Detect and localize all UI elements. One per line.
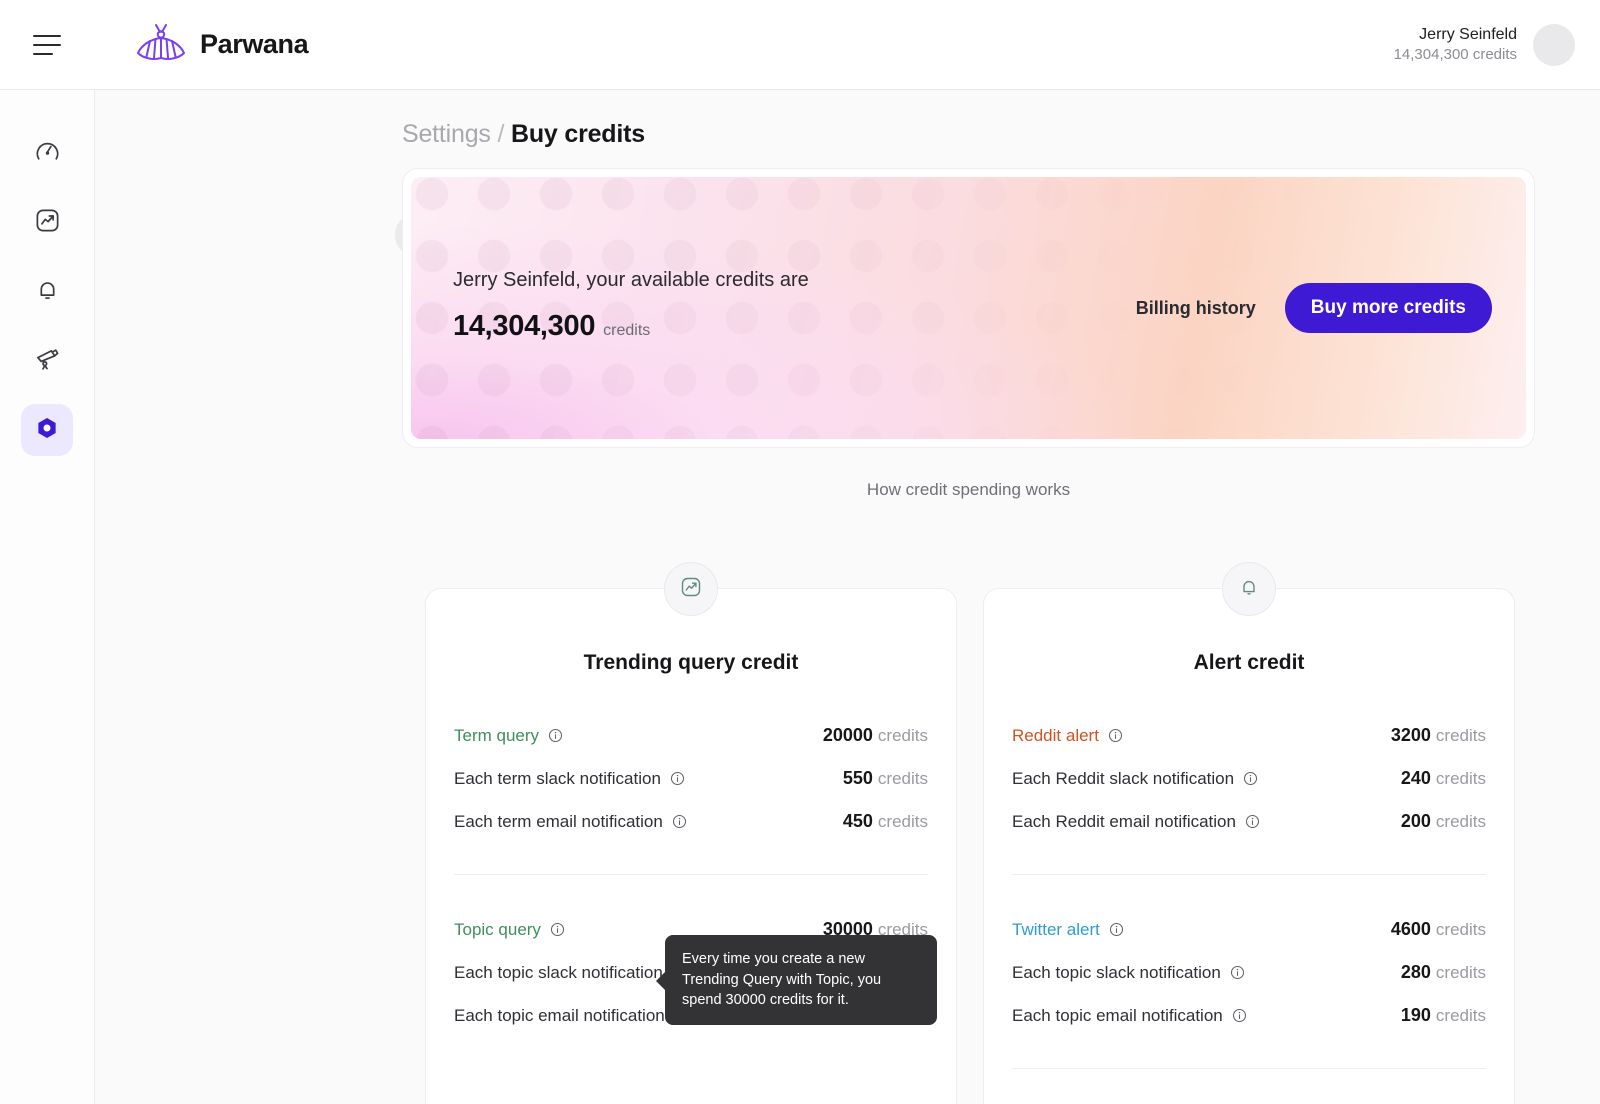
row-label: Reddit alert [1012, 725, 1099, 745]
alert-credit-card: Alert credit Reddit alert 3200 credits Ea… [983, 562, 1515, 1104]
breadcrumb-current: Buy credits [510, 120, 645, 148]
row-value: 550 [842, 768, 873, 788]
credits-banner: Jerry Seinfeld, your available credits a… [402, 168, 1535, 448]
row-value: 450 [842, 811, 873, 831]
rail-item-discover[interactable] [21, 335, 73, 387]
row-value: 280 [1400, 962, 1431, 982]
info-icon[interactable] [1109, 922, 1124, 937]
rail-item-alerts[interactable] [21, 266, 73, 318]
brand-name: Parwana [200, 29, 309, 59]
table-row: Each Reddit slack notification 240 credit… [1012, 758, 1486, 801]
bell-icon [1237, 575, 1261, 604]
avatar[interactable] [1533, 23, 1575, 66]
table-row: Each topic email notification 190 credits [1012, 995, 1486, 1038]
row-value: 200 [1400, 811, 1431, 831]
row-label: Term query [454, 725, 540, 745]
moth-logo-icon [134, 20, 188, 69]
row-label: Each Reddit slack notification [1012, 768, 1235, 788]
buy-more-credits-button[interactable]: Buy more credits [1284, 283, 1492, 333]
user-credits: 14,304,300 credits [1393, 46, 1517, 64]
row-value: 3200 [1390, 725, 1431, 745]
banner-amount-unit: credits [603, 322, 651, 339]
credit-cards: Trending query credit Term query 20000 cr… [425, 562, 1515, 1104]
row-unit: credits [877, 769, 928, 788]
table-row: Term query 20000 credits [454, 715, 928, 758]
row-value: 4600 [1390, 919, 1431, 939]
row-label: Each term email notification [454, 811, 663, 831]
info-icon[interactable] [1108, 728, 1123, 743]
tooltip: Every time you create a new Trending Que… [656, 935, 937, 1025]
trending-chart-icon [679, 575, 703, 604]
row-unit: credits [1435, 769, 1486, 788]
rail-item-trends[interactable] [21, 197, 73, 249]
row-unit: credits [1435, 920, 1486, 939]
workspace: Settings / Buy credits General settings … [95, 90, 1600, 1104]
gauge-icon [34, 138, 61, 170]
row-unit: credits [1435, 1006, 1486, 1025]
banner-greeting: Jerry Seinfeld, your available credits a… [453, 269, 809, 291]
breadcrumb-separator: / [497, 120, 505, 148]
credit-group-twitter-alert: Twitter alert 4600 credits Each topic sla… [1012, 874, 1486, 1046]
row-value: 190 [1400, 1005, 1431, 1025]
row-label: Each term slack notification [454, 768, 661, 788]
user-menu[interactable]: Jerry Seinfeld 14,304,300 credits [1393, 23, 1575, 66]
info-icon[interactable] [672, 814, 687, 829]
table-row: Each Reddit email notification 200 credit… [1012, 801, 1486, 844]
row-label: Each Reddit email notification [1012, 811, 1236, 831]
row-label: Topic query [454, 919, 541, 939]
info-icon[interactable] [670, 771, 685, 786]
bell-icon [34, 276, 61, 308]
row-unit: credits [877, 812, 928, 831]
row-label: Each topic slack notification [454, 962, 663, 982]
how-credit-spending-works-title: How credit spending works [866, 480, 1071, 499]
table-row: Twitter alert 4600 credits [1012, 909, 1486, 952]
table-row: Reddit alert 3200 credits [1012, 715, 1486, 758]
banner-amount: 14,304,300 [453, 310, 596, 342]
breadcrumb-settings[interactable]: Settings [402, 120, 491, 148]
card-badge-alert [1222, 562, 1276, 616]
settings-hexagon-icon [33, 414, 61, 447]
credit-group-reddit-alert: Reddit alert 3200 credits Each Reddit sla… [1012, 715, 1486, 852]
table-row: Each term slack notification 550 credits [454, 758, 928, 801]
row-value: 240 [1400, 768, 1431, 788]
brand-logo[interactable]: Parwana [134, 20, 309, 69]
user-name: Jerry Seinfeld [1419, 25, 1517, 43]
info-icon[interactable] [550, 922, 565, 937]
card-badge-trending [664, 562, 718, 616]
row-label: Each topic email notification [1012, 1005, 1223, 1025]
top-bar: Parwana Jerry Seinfeld 14,304,300 credit… [0, 0, 1600, 90]
trending-query-credit-card: Trending query credit Term query 20000 cr… [425, 562, 957, 1104]
info-icon[interactable] [1230, 965, 1245, 980]
rail-item-settings[interactable] [21, 404, 73, 456]
icon-rail [0, 90, 95, 1104]
telescope-icon [34, 345, 61, 377]
info-icon[interactable] [1232, 1008, 1247, 1023]
row-value: 20000 [822, 725, 873, 745]
row-label: Twitter alert [1012, 919, 1100, 939]
row-label: Each topic email notification [454, 1005, 665, 1025]
credit-group-youtube-alert: YouTube 4200credits [1012, 1068, 1486, 1104]
trending-chart-icon [34, 207, 61, 239]
row-unit: credits [877, 726, 928, 745]
billing-history-link[interactable]: Billing history [1136, 298, 1256, 319]
table-row: Each term email notification 450 credits [454, 801, 928, 844]
row-unit: credits [1435, 726, 1486, 745]
rail-item-dashboard[interactable] [21, 128, 73, 180]
credit-group-term-query: Term query 20000 credits Each term slack … [454, 715, 928, 852]
card-title: Alert credit [1193, 651, 1305, 674]
info-icon[interactable] [1243, 771, 1258, 786]
row-unit: credits [1435, 812, 1486, 831]
info-icon[interactable] [1245, 814, 1260, 829]
row-unit: credits [1435, 963, 1486, 982]
breadcrumb: Settings / Buy credits [402, 120, 645, 149]
info-icon[interactable] [548, 728, 563, 743]
row-label: Each topic slack notification [1012, 962, 1221, 982]
card-title: Trending query credit [583, 651, 799, 674]
table-row: Each topic slack notification 280 credits [1012, 952, 1486, 995]
hamburger-icon[interactable] [33, 34, 61, 55]
